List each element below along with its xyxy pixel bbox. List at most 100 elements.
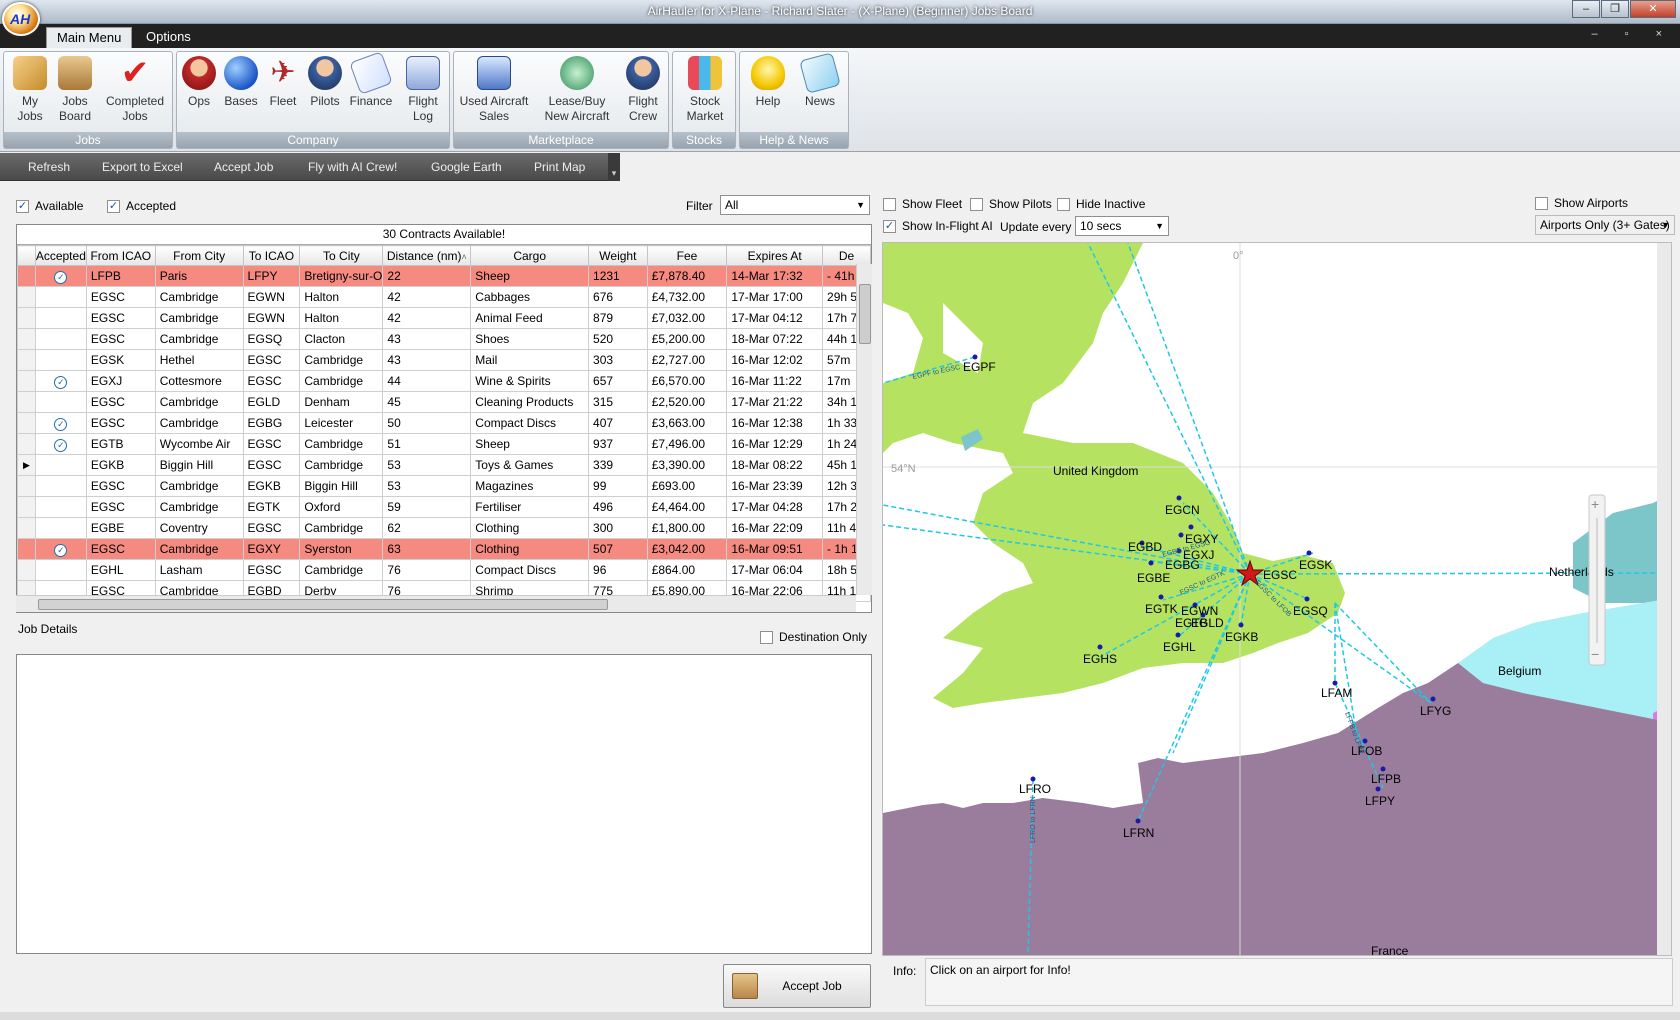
- col-to-icao[interactable]: To ICAO: [242, 245, 301, 266]
- row-header[interactable]: [17, 412, 36, 434]
- pilots-button[interactable]: Pilots: [305, 54, 345, 109]
- scroll-thumb[interactable]: [38, 599, 608, 610]
- print-map-button[interactable]: Print Map: [534, 160, 585, 174]
- accept-job-button[interactable]: Accept Job: [723, 964, 871, 1008]
- row-header[interactable]: [17, 391, 36, 413]
- col-accepted[interactable]: Accepted: [34, 245, 87, 266]
- table-row[interactable]: ✓ EGTB Wycombe Air EGSC Cambridge 51 Sheep 937 £…: [17, 433, 871, 455]
- bases-button[interactable]: Bases: [221, 54, 261, 109]
- airports-filter-select[interactable]: Airports Only (3+ Gates) ▼: [1535, 215, 1675, 235]
- col-distance[interactable]: Distance (nm)˄: [382, 245, 472, 266]
- fly-ai-crew-button[interactable]: Fly with AI Crew!: [308, 160, 397, 174]
- help-button[interactable]: Help: [746, 54, 790, 109]
- row-header[interactable]: [17, 517, 36, 539]
- ops-button[interactable]: Ops: [179, 54, 219, 109]
- table-row[interactable]: EGSC Cambridge EGKB Biggin Hill 53 Magazines 9…: [17, 475, 871, 497]
- col-deadline[interactable]: De: [822, 245, 871, 266]
- jobs-board-button[interactable]: Jobs Board: [52, 54, 98, 124]
- close-button[interactable]: ✕: [1630, 0, 1676, 18]
- row-header[interactable]: [17, 328, 36, 350]
- table-row[interactable]: EGSC Cambridge EGWN Halton 42 Animal Feed 879 £…: [17, 307, 871, 329]
- lease-buy-aircraft-button[interactable]: Lease/Buy New Aircraft: [536, 54, 618, 124]
- minimize-button[interactable]: –: [1572, 0, 1600, 18]
- row-header[interactable]: [17, 433, 36, 455]
- grid-vertical-scrollbar[interactable]: [856, 264, 872, 595]
- table-row[interactable]: EGSC Cambridge EGLD Denham 45 Cleaning Produc…: [17, 391, 871, 413]
- flight-crew-button[interactable]: Flight Crew: [620, 54, 666, 124]
- show-pilots-checkbox[interactable]: Show Pilots: [970, 197, 1052, 211]
- accepted-cell[interactable]: [34, 328, 87, 350]
- grid-horizontal-scrollbar[interactable]: [16, 595, 856, 612]
- show-airports-checkbox[interactable]: Show Airports: [1535, 196, 1628, 210]
- col-from-city[interactable]: From City: [154, 245, 244, 266]
- accepted-cell[interactable]: [34, 391, 87, 413]
- table-row[interactable]: EGSC Cambridge EGWN Halton 42 Cabbages 676 £4,7…: [17, 286, 871, 308]
- accepted-cell[interactable]: ✓: [34, 412, 87, 434]
- col-from-icao[interactable]: From ICAO: [85, 245, 156, 266]
- flight-log-button[interactable]: Flight Log: [399, 54, 447, 124]
- table-row[interactable]: EGBE Coventry EGSC Cambridge 62 Clothing 300 £1…: [17, 517, 871, 539]
- accepted-cell[interactable]: [34, 559, 87, 581]
- accepted-cell[interactable]: ✓: [34, 370, 87, 392]
- google-earth-button[interactable]: Google Earth: [431, 160, 502, 174]
- row-header[interactable]: [17, 496, 36, 518]
- restore-button[interactable]: ❐: [1601, 0, 1629, 18]
- accepted-cell[interactable]: [34, 286, 87, 308]
- hide-inactive-checkbox[interactable]: Hide Inactive: [1057, 197, 1145, 211]
- row-header[interactable]: [17, 559, 36, 581]
- fleet-button[interactable]: ✈ Fleet: [263, 54, 303, 109]
- table-row[interactable]: ✓ EGXJ Cottesmore EGSC Cambridge 44 Wine & Spi…: [17, 370, 871, 392]
- accepted-cell[interactable]: ✓: [34, 538, 87, 560]
- route-map[interactable]: 0° 54°N EGPF EGCN EGBD EGXY EGXJ EGBG EG…: [882, 242, 1672, 956]
- row-header[interactable]: [17, 538, 36, 560]
- tab-options[interactable]: Options: [136, 27, 201, 48]
- table-row[interactable]: EGSK Hethel EGSC Cambridge 43 Mail 303 £2,727.0…: [17, 349, 871, 371]
- accepted-cell[interactable]: [34, 307, 87, 329]
- tab-main-menu[interactable]: Main Menu: [46, 27, 133, 48]
- row-header[interactable]: [17, 286, 36, 308]
- zoom-out-button[interactable]: −: [1591, 646, 1599, 662]
- row-header[interactable]: [17, 475, 36, 497]
- row-header[interactable]: [17, 349, 36, 371]
- col-cargo[interactable]: Cargo: [470, 245, 590, 266]
- show-inflight-ai-checkbox[interactable]: ✓ Show In-Flight AI: [883, 219, 993, 233]
- filter-select[interactable]: All ▼: [720, 195, 870, 215]
- accepted-cell[interactable]: [34, 454, 87, 476]
- export-excel-button[interactable]: Export to Excel: [102, 160, 183, 174]
- accepted-cell[interactable]: [34, 517, 87, 539]
- table-row[interactable]: ✓ EGSC Cambridge EGBG Leicester 50 Compact Dis…: [17, 412, 871, 434]
- my-jobs-button[interactable]: My Jobs: [8, 54, 52, 124]
- row-header[interactable]: [17, 370, 36, 392]
- accepted-cell[interactable]: ✓: [34, 265, 87, 287]
- col-weight[interactable]: Weight: [588, 245, 648, 266]
- accept-job-toolbar-button[interactable]: Accept Job: [214, 160, 273, 174]
- table-row[interactable]: ▶ EGKB Biggin Hill EGSC Cambridge 53 Toys & Ga…: [17, 454, 871, 476]
- app-logo-icon[interactable]: AH: [2, 2, 40, 36]
- stock-market-button[interactable]: Stock Market: [679, 54, 731, 124]
- row-header[interactable]: [17, 265, 36, 287]
- available-checkbox[interactable]: ✓ Available: [16, 199, 83, 213]
- refresh-button[interactable]: Refresh: [28, 160, 70, 174]
- destination-only-checkbox[interactable]: Destination Only: [760, 630, 867, 644]
- finance-button[interactable]: Finance: [347, 51, 395, 109]
- accepted-cell[interactable]: ✓: [34, 433, 87, 455]
- col-expires[interactable]: Expires At: [726, 245, 824, 266]
- table-row[interactable]: EGHL Lasham EGSC Cambridge 76 Compact Discs 96…: [17, 559, 871, 581]
- news-button[interactable]: News: [796, 52, 844, 109]
- zoom-in-button[interactable]: +: [1591, 496, 1599, 512]
- table-row[interactable]: EGSC Cambridge EGSQ Clacton 43 Shoes 520 £5,200…: [17, 328, 871, 350]
- toolbar-overflow-button[interactable]: ▾: [608, 153, 620, 181]
- row-header[interactable]: [17, 307, 36, 329]
- update-interval-select[interactable]: 10 secs ▼: [1075, 216, 1169, 236]
- completed-jobs-button[interactable]: ✔ Completed Jobs: [100, 54, 170, 124]
- table-row[interactable]: ✓ LFPB Paris LFPY Bretigny-sur-O 22 Sheep 1231 £…: [17, 265, 871, 287]
- accepted-cell[interactable]: [34, 475, 87, 497]
- row-header[interactable]: ▶: [17, 454, 36, 476]
- accepted-cell[interactable]: [34, 349, 87, 371]
- accepted-cell[interactable]: [34, 496, 87, 518]
- map-scrollbar[interactable]: [1657, 243, 1672, 956]
- zoom-control[interactable]: + −: [1588, 494, 1606, 666]
- show-fleet-checkbox[interactable]: Show Fleet: [883, 197, 962, 211]
- col-to-city[interactable]: To City: [299, 245, 384, 266]
- used-aircraft-sales-button[interactable]: Used Aircraft Sales: [456, 54, 532, 124]
